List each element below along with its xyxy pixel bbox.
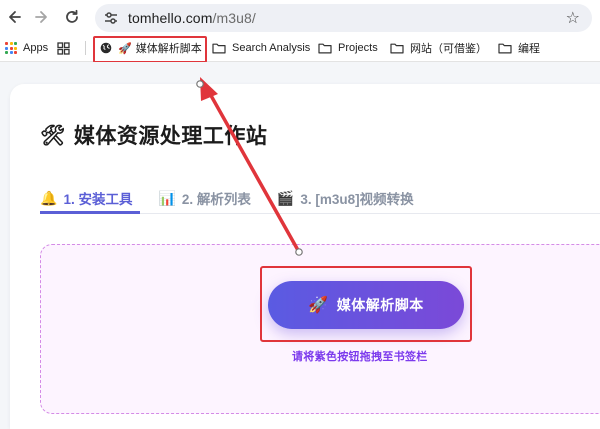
annotation-arrow xyxy=(196,77,303,256)
